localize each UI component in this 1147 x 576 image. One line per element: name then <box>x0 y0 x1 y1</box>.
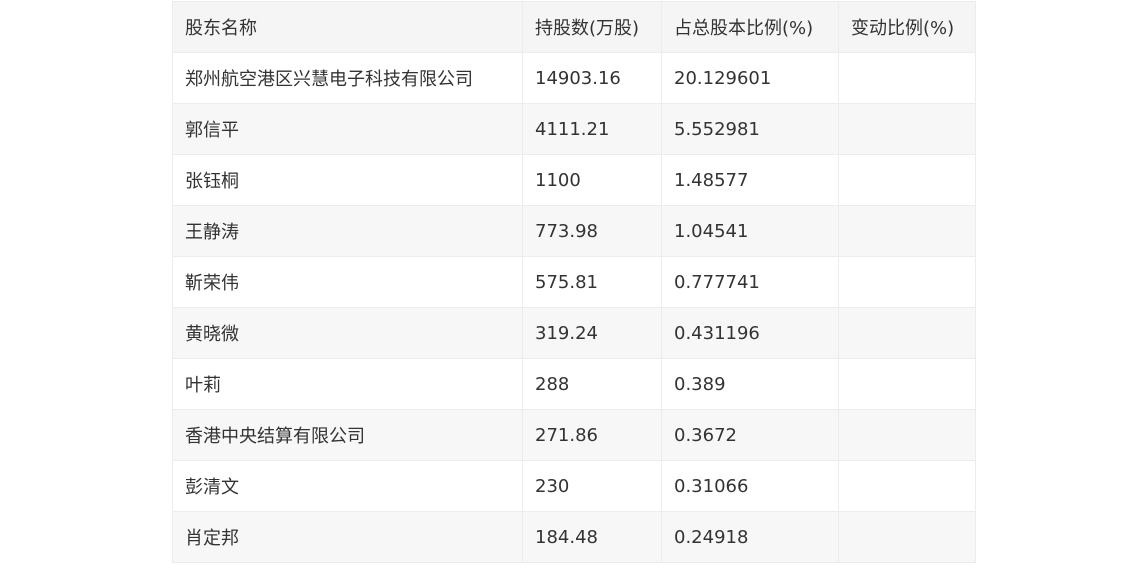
table-row: 靳荣伟 575.81 0.777741 <box>172 256 976 308</box>
header-change-ratio: 变动比例(%) <box>838 1 976 53</box>
table-row: 香港中央结算有限公司 271.86 0.3672 <box>172 409 976 461</box>
cell-shares-held: 4111.21 <box>522 103 662 155</box>
cell-change-ratio <box>838 511 976 563</box>
cell-shares-held: 1100 <box>522 154 662 206</box>
header-shareholder-name: 股东名称 <box>172 1 523 53</box>
cell-change-ratio <box>838 358 976 410</box>
header-share-ratio: 占总股本比例(%) <box>661 1 839 53</box>
cell-share-ratio: 0.431196 <box>661 307 839 359</box>
cell-change-ratio <box>838 205 976 257</box>
table-row: 黄晓微 319.24 0.431196 <box>172 307 976 359</box>
shareholder-table: 股东名称 持股数(万股) 占总股本比例(%) 变动比例(%) 郑州航空港区兴慧电… <box>172 1 976 563</box>
cell-shares-held: 184.48 <box>522 511 662 563</box>
cell-shareholder-name: 王静涛 <box>172 205 523 257</box>
table-row: 郭信平 4111.21 5.552981 <box>172 103 976 155</box>
cell-shareholder-name: 黄晓微 <box>172 307 523 359</box>
header-shares-held: 持股数(万股) <box>522 1 662 53</box>
cell-share-ratio: 0.3672 <box>661 409 839 461</box>
cell-shareholder-name: 张钰桐 <box>172 154 523 206</box>
cell-share-ratio: 1.48577 <box>661 154 839 206</box>
cell-share-ratio: 0.24918 <box>661 511 839 563</box>
cell-shareholder-name: 彭清文 <box>172 460 523 512</box>
cell-change-ratio <box>838 460 976 512</box>
cell-share-ratio: 0.389 <box>661 358 839 410</box>
cell-shares-held: 575.81 <box>522 256 662 308</box>
cell-change-ratio <box>838 409 976 461</box>
cell-shareholder-name: 香港中央结算有限公司 <box>172 409 523 461</box>
cell-shareholder-name: 郭信平 <box>172 103 523 155</box>
cell-change-ratio <box>838 154 976 206</box>
cell-shares-held: 319.24 <box>522 307 662 359</box>
cell-shares-held: 271.86 <box>522 409 662 461</box>
shareholder-table-container: 股东名称 持股数(万股) 占总股本比例(%) 变动比例(%) 郑州航空港区兴慧电… <box>172 1 976 563</box>
table-row: 叶莉 288 0.389 <box>172 358 976 410</box>
table-row: 王静涛 773.98 1.04541 <box>172 205 976 257</box>
table-row: 张钰桐 1100 1.48577 <box>172 154 976 206</box>
cell-share-ratio: 1.04541 <box>661 205 839 257</box>
table-row: 彭清文 230 0.31066 <box>172 460 976 512</box>
table-row: 肖定邦 184.48 0.24918 <box>172 511 976 563</box>
cell-shareholder-name: 靳荣伟 <box>172 256 523 308</box>
cell-change-ratio <box>838 307 976 359</box>
cell-shareholder-name: 肖定邦 <box>172 511 523 563</box>
cell-shareholder-name: 郑州航空港区兴慧电子科技有限公司 <box>172 52 523 104</box>
cell-shares-held: 773.98 <box>522 205 662 257</box>
cell-shares-held: 230 <box>522 460 662 512</box>
cell-change-ratio <box>838 52 976 104</box>
cell-change-ratio <box>838 256 976 308</box>
cell-shareholder-name: 叶莉 <box>172 358 523 410</box>
cell-shares-held: 14903.16 <box>522 52 662 104</box>
cell-share-ratio: 20.129601 <box>661 52 839 104</box>
cell-shares-held: 288 <box>522 358 662 410</box>
cell-share-ratio: 5.552981 <box>661 103 839 155</box>
table-row: 郑州航空港区兴慧电子科技有限公司 14903.16 20.129601 <box>172 52 976 104</box>
cell-share-ratio: 0.31066 <box>661 460 839 512</box>
cell-change-ratio <box>838 103 976 155</box>
table-header-row: 股东名称 持股数(万股) 占总股本比例(%) 变动比例(%) <box>172 1 976 53</box>
cell-share-ratio: 0.777741 <box>661 256 839 308</box>
